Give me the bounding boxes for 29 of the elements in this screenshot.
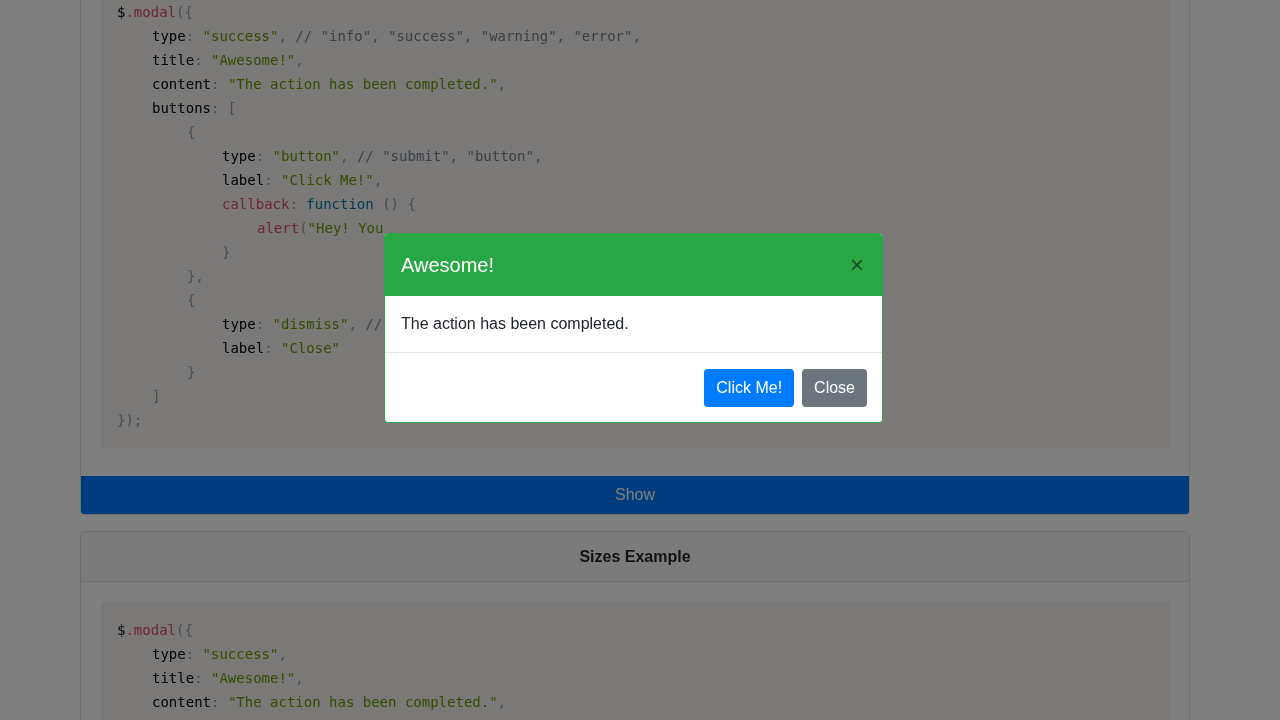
code-line: $.modal({: [117, 621, 193, 640]
modal-message: The action has been completed.: [401, 315, 629, 333]
modal-title: Awesome!: [401, 253, 494, 277]
code-line: content: "The action has been completed.",: [152, 693, 507, 712]
code-line: type: "success", // "info", "success", "warning", "error",: [152, 27, 641, 46]
show-button[interactable]: Show: [81, 476, 1189, 514]
code-line: type: "success",: [152, 645, 287, 664]
code-line: content: "The action has been completed.",: [152, 75, 507, 94]
code-line: $.modal({: [117, 3, 193, 22]
code-line: }: [222, 243, 231, 262]
code-line: {: [187, 123, 196, 142]
modal-button[interactable]: Click Me!: [704, 369, 795, 407]
code-line: label: "Close": [222, 339, 341, 358]
code-line: label: "Click Me!",: [222, 171, 383, 190]
modal-button[interactable]: Close: [802, 369, 867, 407]
code-line: callback: function () {: [222, 195, 416, 214]
code-line: title: "Awesome!",: [152, 51, 304, 70]
code-line: });: [117, 411, 143, 430]
code-line: alert("Hey! You: [257, 219, 384, 238]
code-line: buttons: [: [152, 99, 237, 118]
code-line: },: [187, 267, 204, 286]
code-line: title: "Awesome!",: [152, 669, 304, 688]
code-line: ]: [152, 387, 161, 406]
code-line: type: "button", // "submit", "button",: [222, 147, 543, 166]
close-button[interactable]: ×: [848, 253, 866, 277]
code-line: {: [187, 291, 196, 310]
code-line: }: [187, 363, 196, 382]
code-line: type: "dismiss", //: [222, 315, 383, 334]
card-header: Sizes Example: [81, 532, 1189, 582]
